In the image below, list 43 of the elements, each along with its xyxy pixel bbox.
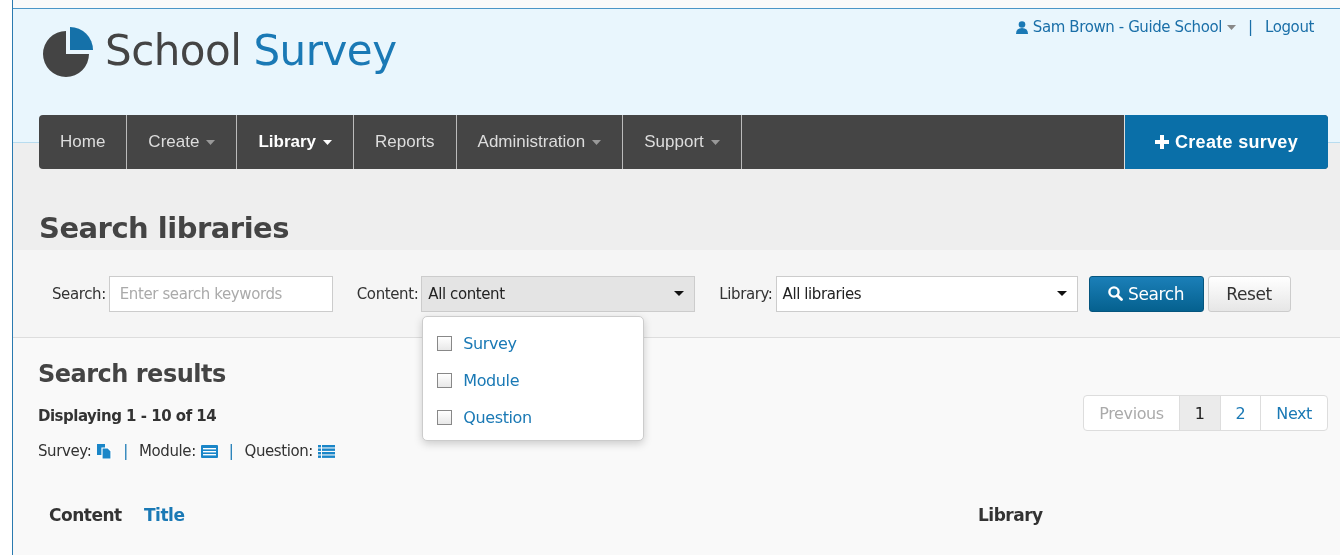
column-header[interactable]: Title: [144, 505, 185, 525]
user-icon: [1015, 20, 1028, 34]
user-menu-link[interactable]: Sam Brown - Guide School: [1015, 18, 1236, 36]
checkbox[interactable]: [437, 335, 453, 351]
library-select[interactable]: All libraries: [775, 275, 1078, 312]
section-title: Search results: [38, 360, 226, 388]
separator: |: [123, 442, 128, 460]
documents-icon: [96, 443, 113, 459]
content-option[interactable]: Survey: [423, 324, 644, 362]
column-header: Library: [978, 505, 1043, 525]
legend-label: Question:: [244, 442, 313, 460]
checkbox[interactable]: [437, 409, 453, 425]
separator: |: [1247, 18, 1254, 36]
logout-link[interactable]: Logout: [1265, 18, 1314, 36]
content-select[interactable]: All content: [421, 275, 696, 312]
field-label: Search:: [52, 284, 106, 303]
results-summary: Displaying 1 - 10 of 14: [38, 407, 218, 425]
logo-text: Survey: [253, 25, 397, 75]
reset-button[interactable]: Reset: [1207, 275, 1291, 312]
plus-icon: [1155, 135, 1169, 149]
field-label: Content:: [356, 284, 419, 303]
caret-icon: [1056, 291, 1067, 296]
checkbox[interactable]: [437, 372, 453, 388]
content-option[interactable]: Question: [423, 398, 644, 436]
list-icon: [318, 444, 335, 458]
search-button[interactable]: Search: [1088, 275, 1204, 312]
logo-text: School: [105, 25, 242, 75]
create-survey-button[interactable]: Create survey: [1124, 115, 1328, 169]
pagination-link[interactable]: 1: [1178, 396, 1220, 430]
content-option[interactable]: Module: [423, 361, 644, 399]
field-label: Library:: [719, 284, 773, 303]
column-header: Content: [49, 505, 122, 525]
pagination-link[interactable]: 2: [1219, 396, 1261, 430]
panel-icon: [200, 444, 218, 458]
caret-icon: [674, 291, 685, 296]
caret-icon: [1226, 24, 1236, 30]
pagination-link[interactable]: Next: [1260, 396, 1327, 430]
legend-label: Survey:: [38, 442, 92, 460]
page-title: Search libraries: [39, 211, 291, 245]
search-field[interactable]: Enter search keywords: [108, 275, 333, 312]
search-icon: [1108, 286, 1123, 301]
legend-label: Module:: [139, 442, 196, 460]
separator: |: [228, 442, 234, 460]
